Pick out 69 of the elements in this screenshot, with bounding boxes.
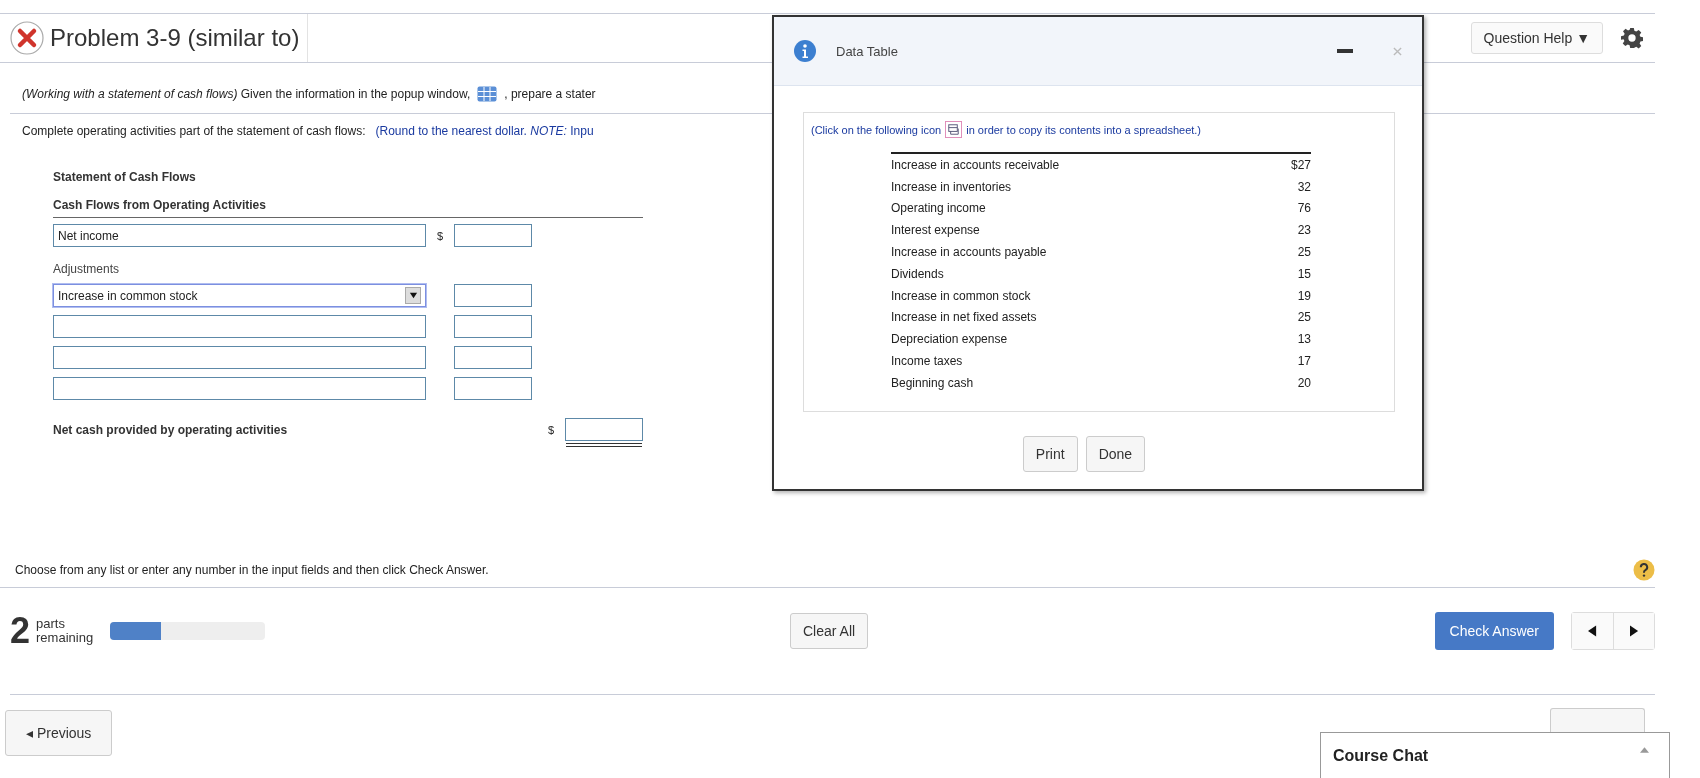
- previous-arrow-button[interactable]: [1572, 613, 1613, 649]
- item-field[interactable]: Net income: [53, 224, 426, 247]
- amount-field[interactable]: [454, 315, 532, 338]
- amount-field[interactable]: [454, 284, 532, 307]
- adjustments-label: Adjustments: [53, 262, 121, 276]
- item-value: 20: [1297, 375, 1311, 390]
- problem-title: Problem 3-9 (similar to): [50, 24, 300, 52]
- dialog-button[interactable]: Done: [1085, 436, 1146, 472]
- left-triangle-icon: [1588, 625, 1597, 637]
- item-label: Beginning cash: [891, 375, 974, 390]
- item-label: Increase in accounts payable: [891, 245, 1047, 260]
- question-help-button[interactable]: Question Help ▼: [1470, 22, 1603, 54]
- statement-title: Statement of Cash Flows: [53, 170, 197, 184]
- item-label: Depreciation expense: [891, 332, 1008, 347]
- course-chat-panel[interactable]: Course Chat: [1320, 732, 1670, 778]
- copy-icon[interactable]: [945, 121, 963, 138]
- question-text: (Working with a statement of cash flows) Given the information in the popup window,: [22, 87, 471, 101]
- previous-button[interactable]: ◂ Previous: [5, 710, 113, 756]
- footer-note: Choose from any list or enter any number in the input fields and then click Check Answer.: [15, 563, 489, 577]
- item-dropdown[interactable]: Increase in common stock: [53, 284, 426, 307]
- table-icon[interactable]: [477, 86, 498, 102]
- item-dropdown[interactable]: [53, 315, 426, 338]
- dialog-button[interactable]: Print: [1022, 436, 1078, 472]
- next-button[interactable]: [1550, 708, 1645, 733]
- rounding-hint: (Round to the nearest dollar. NOTE: Inpu: [375, 124, 594, 138]
- amount-field[interactable]: [454, 224, 532, 247]
- section-heading: Cash Flows from Operating Activities: [53, 198, 643, 218]
- total-field[interactable]: [565, 418, 643, 441]
- item-value: 76: [1297, 201, 1311, 216]
- clear-all-button[interactable]: Clear All: [790, 613, 869, 649]
- parts-label: parts remaining: [36, 617, 95, 645]
- item-label: Interest expense: [891, 223, 980, 238]
- info-icon: [794, 40, 816, 62]
- item-dropdown[interactable]: [53, 377, 426, 400]
- item-label: Increase in net fixed assets: [891, 310, 1037, 325]
- question-text: , prepare a stater: [504, 87, 596, 101]
- item-label: Increase in accounts receivable: [891, 157, 1060, 172]
- item-value: 17: [1297, 354, 1311, 369]
- right-triangle-icon: [1629, 625, 1639, 637]
- copy-instruction: in order to copy its contents into a spreadsheet.): [966, 123, 1202, 136]
- copy-instruction: (Click on the following icon: [811, 123, 942, 136]
- help-icon[interactable]: [1633, 559, 1655, 581]
- settings-icon[interactable]: [1621, 27, 1643, 49]
- total-label: Net cash provided by operating activities: [53, 422, 289, 437]
- item-value: 13: [1297, 332, 1311, 347]
- item-value: 32: [1297, 179, 1311, 194]
- item-label: Income taxes: [891, 354, 963, 369]
- parts-count: 2: [10, 610, 31, 652]
- item-value: 25: [1297, 310, 1311, 325]
- next-arrow-button[interactable]: [1613, 613, 1654, 649]
- dialog-title: Data Table: [836, 43, 899, 59]
- currency-sign: $: [546, 423, 556, 436]
- item-value: 15: [1297, 266, 1311, 281]
- chat-title: Course Chat: [1333, 747, 1429, 765]
- item-label: Operating income: [891, 201, 986, 216]
- item-label: Increase in inventories: [891, 179, 1012, 194]
- item-label: Dividends: [891, 266, 944, 281]
- item-value: $27: [1290, 157, 1311, 172]
- currency-sign: $: [435, 229, 445, 242]
- amount-field[interactable]: [454, 346, 532, 369]
- item-value: 19: [1297, 288, 1311, 303]
- amount-field[interactable]: [454, 377, 532, 400]
- item-dropdown[interactable]: [53, 346, 426, 369]
- item-value: 25: [1297, 245, 1311, 260]
- check-answer-button[interactable]: Check Answer: [1434, 612, 1554, 650]
- expand-icon[interactable]: [1640, 747, 1649, 753]
- instruction-text: Complete operating activities part of the statement of cash flows:: [22, 124, 366, 138]
- item-value: 23: [1297, 223, 1311, 238]
- item-label: Increase in common stock: [891, 288, 1031, 303]
